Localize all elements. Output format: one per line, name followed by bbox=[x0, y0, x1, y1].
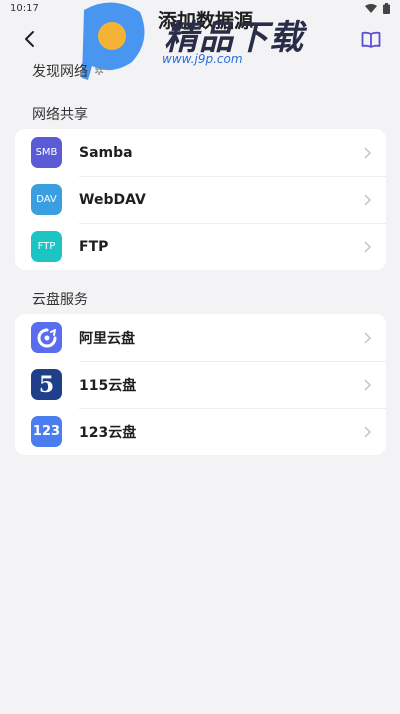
page-title: 添加数据源 bbox=[158, 10, 254, 32]
source-item-label: Samba bbox=[79, 144, 133, 161]
cloud-service-card: 阿里云盘 5 115云盘 123 123云盘 bbox=[15, 314, 386, 455]
book-icon bbox=[361, 31, 381, 48]
chevron-right-icon bbox=[364, 240, 372, 253]
section-label-cloud-service: 云盘服务 bbox=[32, 292, 88, 308]
loading-spinner-icon: ✲ bbox=[94, 64, 105, 78]
source-item-123[interactable]: 123 123云盘 bbox=[15, 408, 386, 455]
back-button[interactable] bbox=[14, 24, 44, 54]
source-item-label: FTP bbox=[79, 238, 109, 255]
chevron-right-icon bbox=[364, 146, 372, 159]
section-label-network-share: 网络共享 bbox=[32, 107, 88, 123]
123-icon: 123 bbox=[31, 416, 62, 447]
dav-icon: DAV bbox=[31, 184, 62, 215]
source-item-label: 123云盘 bbox=[79, 424, 137, 441]
source-item-115[interactable]: 5 115云盘 bbox=[15, 361, 386, 408]
aliyun-logo-icon bbox=[37, 328, 56, 347]
status-time: 10:17 bbox=[10, 2, 39, 14]
battery-icon bbox=[383, 2, 390, 14]
discover-label: 发现网络 bbox=[32, 64, 88, 80]
chevron-right-icon bbox=[364, 378, 372, 391]
wifi-icon bbox=[365, 3, 377, 13]
source-item-ftp[interactable]: FTP FTP bbox=[15, 223, 386, 270]
smb-icon: SMB bbox=[31, 137, 62, 168]
source-item-label: 115云盘 bbox=[79, 377, 137, 394]
chevron-right-icon bbox=[364, 193, 372, 206]
network-share-card: SMB Samba DAV WebDAV FTP FTP bbox=[15, 129, 386, 270]
source-item-label: 阿里云盘 bbox=[79, 330, 135, 347]
source-item-webdav[interactable]: DAV WebDAV bbox=[15, 176, 386, 223]
source-item-label: WebDAV bbox=[79, 191, 146, 208]
chevron-right-icon bbox=[364, 425, 372, 438]
help-book-button[interactable] bbox=[356, 24, 386, 54]
source-item-samba[interactable]: SMB Samba bbox=[15, 129, 386, 176]
discover-network[interactable]: 发现网络 ✲ bbox=[32, 61, 104, 81]
aliyun-icon bbox=[31, 322, 62, 353]
source-item-aliyun[interactable]: 阿里云盘 bbox=[15, 314, 386, 361]
ftp-icon: FTP bbox=[31, 231, 62, 262]
115-icon: 5 bbox=[31, 369, 62, 400]
chevron-left-icon bbox=[25, 31, 34, 47]
chevron-right-icon bbox=[364, 331, 372, 344]
